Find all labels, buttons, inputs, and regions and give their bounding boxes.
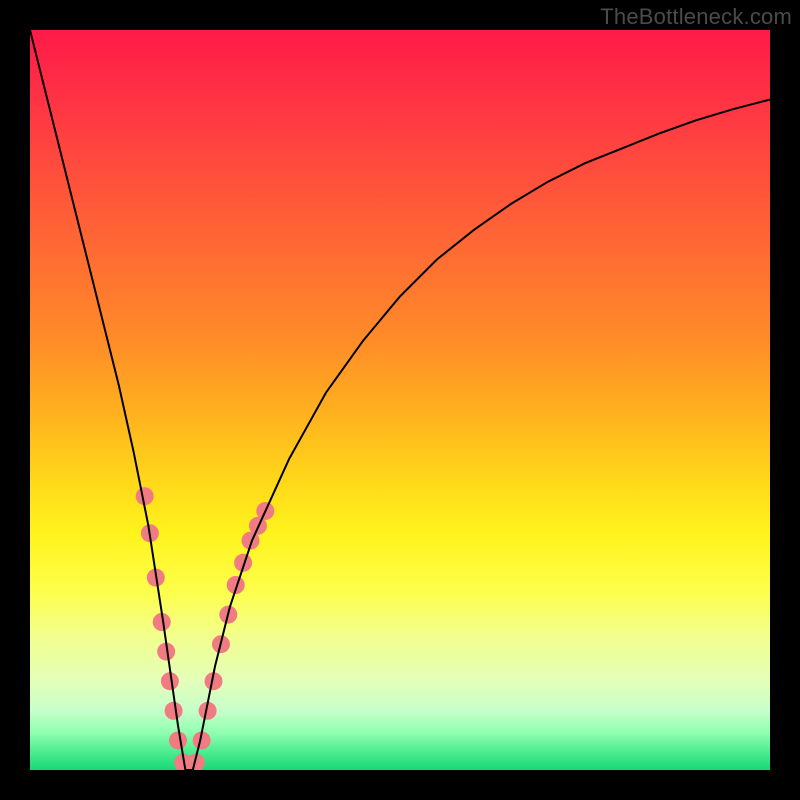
bottleneck-curve bbox=[30, 30, 770, 770]
watermark-text: TheBottleneck.com bbox=[600, 4, 792, 30]
chart-frame: TheBottleneck.com bbox=[0, 0, 800, 800]
plot-area bbox=[30, 30, 770, 770]
markers-group bbox=[136, 487, 275, 770]
marker-dot bbox=[165, 702, 183, 720]
curve-svg bbox=[30, 30, 770, 770]
marker-dot bbox=[169, 731, 187, 749]
